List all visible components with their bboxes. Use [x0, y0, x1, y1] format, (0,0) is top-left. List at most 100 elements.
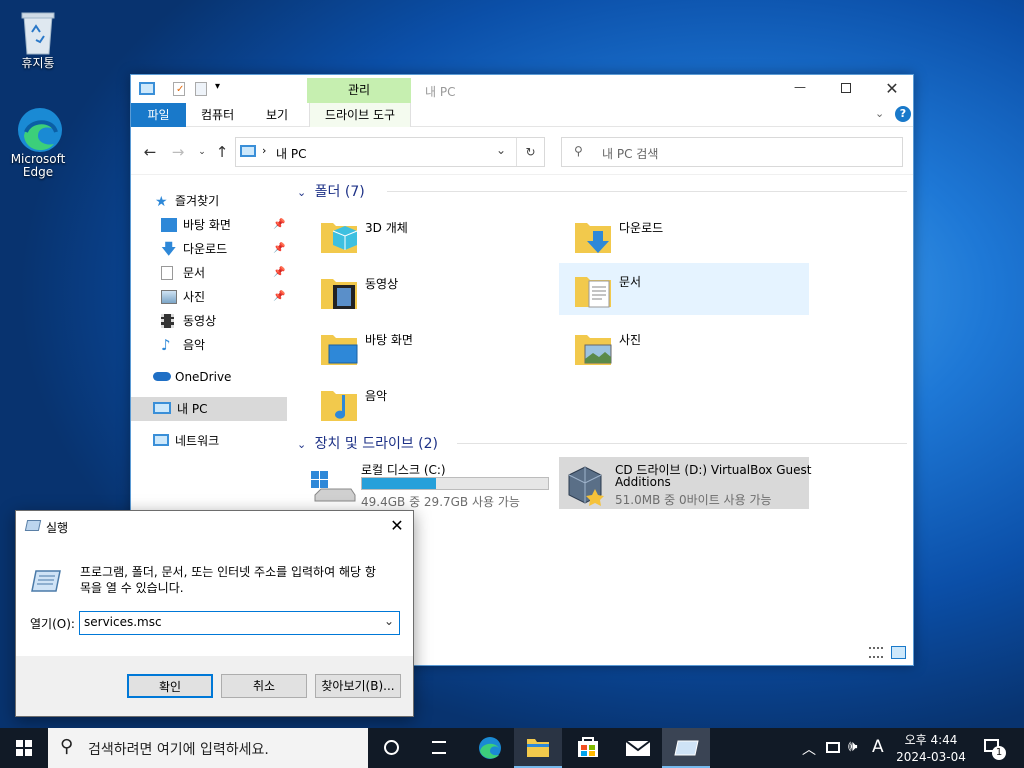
volume-icon[interactable]: 🕪 — [848, 737, 857, 755]
edge-desktop-icon[interactable]: Microsoft Edge — [0, 106, 76, 179]
nav-this-pc[interactable]: 내 PC — [131, 397, 287, 421]
windows-drive-icon — [309, 465, 357, 503]
cancel-button[interactable]: 취소 — [221, 674, 307, 698]
document-icon — [161, 266, 173, 280]
music-note-icon: ♪ — [161, 336, 171, 354]
nav-pictures[interactable]: 사진 📌 — [131, 285, 287, 309]
breadcrumb-chevron-icon: › — [262, 144, 267, 157]
taskbar-edge[interactable] — [466, 728, 514, 768]
minimize-button[interactable]: — — [777, 75, 823, 103]
nav-desktop[interactable]: 바탕 화면 📌 — [131, 213, 287, 237]
run-app-icon — [24, 520, 42, 531]
drive-c[interactable]: 로컬 디스크 (C:) 49.4GB 중 29.7GB 사용 가능 — [305, 457, 555, 509]
star-icon: ★ — [155, 194, 168, 210]
edge-icon — [16, 106, 62, 152]
ime-indicator[interactable]: A — [872, 737, 884, 757]
run-titlebar[interactable]: 실행 ✕ — [16, 511, 413, 541]
recycle-bin-label: 휴지통 — [21, 56, 55, 70]
task-view-icon — [432, 741, 446, 754]
pin-icon: 📌 — [273, 219, 286, 230]
collapse-chevron-icon: ⌄ — [297, 186, 307, 199]
tab-computer[interactable]: 컴퓨터 — [189, 103, 246, 127]
clock[interactable]: 오후 4:44 2024-03-04 — [896, 731, 966, 764]
taskbar-file-explorer[interactable] — [514, 728, 562, 768]
recent-locations-icon[interactable]: ⌄ — [191, 141, 213, 163]
nav-videos[interactable]: 동영상 — [131, 309, 287, 333]
folder-desktop[interactable]: 바탕 화면 — [305, 321, 555, 373]
run-title: 실행 — [46, 521, 69, 535]
refresh-button[interactable]: ↻ — [516, 138, 544, 166]
qat-properties-icon[interactable]: ✓ — [173, 82, 185, 96]
circle-icon — [384, 740, 399, 755]
folder-videos[interactable]: 동영상 — [305, 265, 555, 317]
up-button[interactable]: ↑ — [211, 141, 233, 163]
run-description-line1: 프로그램, 폴더, 문서, 또는 인터넷 주소를 입력하여 해당 항 — [80, 565, 376, 579]
run-dialog[interactable]: 실행 ✕ 프로그램, 폴더, 문서, 또는 인터넷 주소를 입력하여 해당 항 … — [15, 510, 414, 717]
film-icon — [161, 314, 174, 328]
breadcrumb[interactable]: 내 PC — [276, 145, 306, 162]
virtualbox-cd-icon — [563, 465, 609, 506]
open-input-value[interactable]: services.msc — [84, 615, 162, 629]
qat-newfolder-icon[interactable] — [195, 82, 207, 96]
nav-music[interactable]: ♪ 음악 — [131, 333, 287, 357]
back-button[interactable]: ← — [139, 141, 161, 163]
open-combobox[interactable]: services.msc ⌄ — [79, 611, 400, 635]
mail-icon — [625, 740, 651, 756]
nav-documents[interactable]: 문서 📌 — [131, 261, 287, 285]
edge-label-line1: Microsoft — [10, 152, 66, 166]
devices-group-header[interactable]: ⌄ 장치 및 드라이브 (2) — [297, 433, 909, 455]
taskbar: ⚲ 검색하려면 여기에 입력하세요. ︿ 🕪 A 오후 4:44 2024-03… — [0, 728, 1024, 768]
drive-c-name: 로컬 디스크 (C:) — [361, 463, 446, 477]
start-button[interactable] — [0, 728, 48, 768]
forward-button[interactable]: → — [167, 141, 189, 163]
help-icon[interactable]: ? — [895, 106, 911, 122]
search-box[interactable]: ⚲ 내 PC 검색 — [561, 137, 903, 167]
folder-icon — [527, 739, 549, 757]
task-view-button[interactable] — [416, 728, 464, 768]
large-icons-view-icon[interactable] — [891, 646, 906, 659]
collapse-chevron-icon: ⌄ — [297, 438, 307, 451]
folder-music[interactable]: 음악 — [305, 377, 555, 429]
picture-icon — [161, 290, 177, 304]
folder-3d-objects[interactable]: 3D 개체 — [305, 209, 555, 261]
close-button[interactable]: ✕ — [869, 75, 915, 103]
folder-pictures[interactable]: 사진 — [559, 321, 809, 373]
taskbar-store[interactable] — [564, 728, 612, 768]
network-tray-icon[interactable] — [826, 742, 840, 753]
pin-icon: 📌 — [273, 243, 286, 254]
recycle-bin-desktop-icon[interactable]: 휴지통 — [0, 8, 76, 71]
address-bar[interactable]: › 내 PC ⌄ ↻ — [235, 137, 545, 167]
pin-icon: 📌 — [273, 291, 286, 302]
explorer-titlebar[interactable]: ✓ ▾ 관리 내 PC — ✕ — [131, 75, 913, 103]
browse-button[interactable]: 찾아보기(B)... — [315, 674, 401, 698]
taskbar-search-box[interactable]: ⚲ 검색하려면 여기에 입력하세요. — [48, 728, 368, 768]
drive-d-free: 51.0MB 중 0바이트 사용 가능 — [615, 493, 772, 507]
maximize-button[interactable] — [823, 75, 869, 103]
edge-label-line2: Edge — [22, 165, 54, 179]
nav-onedrive[interactable]: OneDrive — [131, 365, 287, 389]
pin-icon: 📌 — [273, 267, 286, 278]
nav-network[interactable]: 네트워크 — [131, 429, 287, 453]
taskbar-run[interactable] — [662, 728, 710, 768]
ok-button[interactable]: 확인 — [127, 674, 213, 698]
nav-quick-access[interactable]: ★ 즐겨찾기 — [131, 189, 287, 213]
address-dropdown-icon[interactable]: ⌄ — [496, 143, 506, 157]
open-dropdown-icon[interactable]: ⌄ — [384, 614, 394, 628]
nav-downloads[interactable]: 🡇 다운로드 📌 — [131, 237, 287, 261]
ribbon-expand-icon[interactable]: ⌄ — [875, 107, 884, 120]
taskbar-mail[interactable] — [614, 728, 662, 768]
cortana-button[interactable] — [368, 728, 416, 768]
tab-view[interactable]: 보기 — [254, 103, 300, 127]
run-close-button[interactable]: ✕ — [382, 515, 412, 539]
show-hidden-icons-icon[interactable]: ︿ — [802, 739, 816, 759]
folder-downloads[interactable]: 다운로드 — [559, 209, 809, 261]
qat-dropdown-icon[interactable]: ▾ — [215, 81, 220, 92]
tab-file[interactable]: 파일 — [131, 103, 186, 127]
folder-documents[interactable]: 문서 — [559, 263, 809, 315]
action-center-button[interactable]: 1 — [978, 728, 1024, 768]
drive-c-free: 49.4GB 중 29.7GB 사용 가능 — [361, 495, 520, 509]
drive-d[interactable]: CD 드라이브 (D:) VirtualBox Guest Additions … — [559, 457, 811, 509]
folders-group-header[interactable]: ⌄ 폴더 (7) — [297, 181, 909, 203]
tab-drive-tools[interactable]: 드라이브 도구 — [309, 103, 411, 127]
details-view-icon[interactable] — [869, 647, 883, 658]
